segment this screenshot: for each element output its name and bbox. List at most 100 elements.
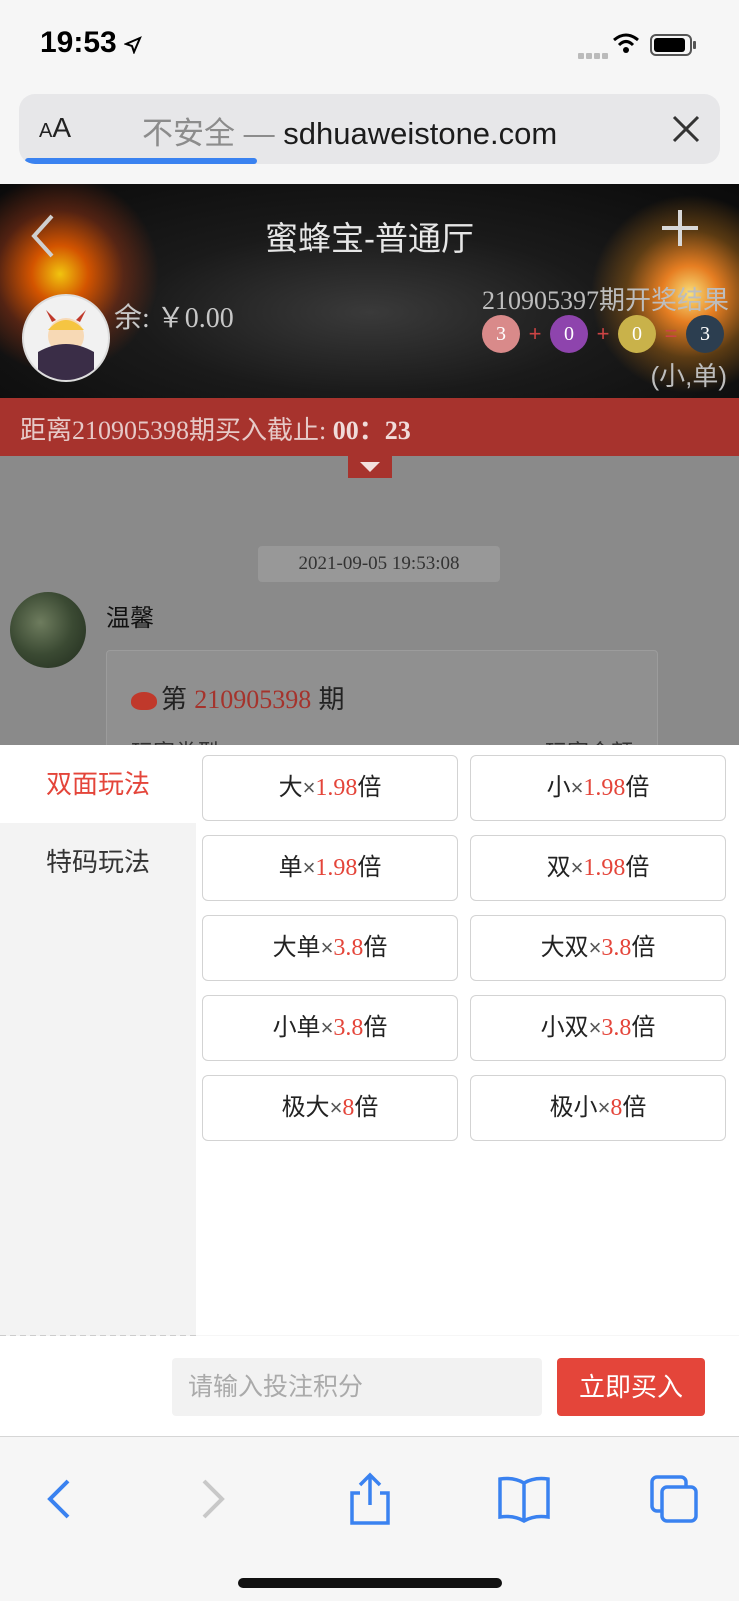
page-load-progress xyxy=(25,158,257,164)
back-nav-icon[interactable] xyxy=(30,1471,90,1527)
countdown-time: 00：23 xyxy=(332,416,411,445)
chat-area: 2021-09-05 19:53:08 温馨 第 210905398 期 玩家类… xyxy=(0,456,739,772)
result-ball: 0 xyxy=(618,315,656,353)
browser-toolbar xyxy=(0,1436,739,1601)
bet-option-multiplier: 8 xyxy=(610,1095,623,1121)
multiplier-unit: 倍 xyxy=(625,774,650,801)
buy-now-button[interactable]: 立即买入 xyxy=(557,1358,705,1416)
balance-text: 余: ￥0.00 xyxy=(114,303,234,334)
plus-icon[interactable] xyxy=(660,208,700,248)
forward-nav-icon[interactable] xyxy=(182,1471,242,1527)
close-icon[interactable] xyxy=(671,114,701,144)
bet-option-name: 极大 xyxy=(281,1094,330,1121)
result-tag: (小,单) xyxy=(650,361,727,391)
countdown-label: 距离210905398期买入截止: xyxy=(20,416,333,445)
bet-option-name: 极小 xyxy=(549,1094,598,1121)
bet-option-multiplier: 3.8 xyxy=(601,935,632,961)
bet-option-button[interactable]: 大双×3.8倍 xyxy=(470,915,726,981)
times-sign: × xyxy=(320,1015,334,1040)
bet-option-multiplier: 3.8 xyxy=(333,1015,364,1041)
result-ball: 3 xyxy=(686,315,724,353)
cellular-signal-icon xyxy=(578,46,614,59)
room-header: 蜜蜂宝-普通厅 余: ￥0.00 210905397期开奖结果 3 + 0 + … xyxy=(0,184,739,398)
tab-two-sided[interactable]: 双面玩法 xyxy=(0,745,196,823)
result-operator: = xyxy=(664,321,678,346)
url-domain: sdhuaweistone.com xyxy=(283,116,558,151)
wifi-icon xyxy=(613,33,639,53)
bet-option-name: 小 xyxy=(546,774,571,801)
collapse-toggle[interactable] xyxy=(348,456,392,478)
bubble-suffix: 期 xyxy=(318,684,345,714)
location-arrow-icon xyxy=(124,36,142,54)
bell-icon xyxy=(131,692,157,711)
multiplier-unit: 倍 xyxy=(625,854,650,881)
countdown-bar: 距离210905398期买入截止: 00：23 xyxy=(0,398,739,456)
bet-option-name: 小单 xyxy=(272,1014,321,1041)
times-sign: × xyxy=(597,1095,611,1120)
bet-option-button[interactable]: 双×1.98倍 xyxy=(470,835,726,901)
play-type-sidebar: 双面玩法 特码玩法 xyxy=(0,745,196,1337)
times-sign: × xyxy=(570,855,584,880)
share-icon[interactable] xyxy=(340,1471,400,1527)
result-ball: 0 xyxy=(550,315,588,353)
battery-icon xyxy=(650,34,696,56)
bet-option-button[interactable]: 小单×3.8倍 xyxy=(202,995,458,1061)
times-sign: × xyxy=(588,935,602,960)
chat-user-avatar xyxy=(10,592,86,668)
bet-option-multiplier: 8 xyxy=(342,1095,355,1121)
multiplier-unit: 倍 xyxy=(357,774,382,801)
multiplier-unit: 倍 xyxy=(354,1094,379,1121)
bet-option-button[interactable]: 大单×3.8倍 xyxy=(202,915,458,981)
multiplier-unit: 倍 xyxy=(622,1094,647,1121)
multiplier-unit: 倍 xyxy=(631,934,656,961)
home-indicator xyxy=(238,1578,502,1588)
times-sign: × xyxy=(570,775,584,800)
bet-option-multiplier: 1.98 xyxy=(583,855,626,881)
times-sign: × xyxy=(320,935,334,960)
bet-option-name: 大单 xyxy=(272,934,321,961)
chat-timestamp: 2021-09-05 19:53:08 xyxy=(258,546,500,582)
bet-option-name: 大双 xyxy=(540,934,589,961)
bet-option-multiplier: 3.8 xyxy=(333,935,364,961)
address-bar[interactable]: AA 不安全 — sdhuaweistone.com xyxy=(19,94,720,164)
bookmarks-icon[interactable] xyxy=(494,1471,554,1527)
result-balls: 3 + 0 + 0 = 3 xyxy=(482,314,724,354)
bet-option-button[interactable]: 单×1.98倍 xyxy=(202,835,458,901)
bet-amount-input[interactable] xyxy=(172,1358,542,1416)
bet-option-button[interactable]: 极小×8倍 xyxy=(470,1075,726,1141)
result-operator: + xyxy=(528,321,542,346)
bet-option-button[interactable]: 大×1.98倍 xyxy=(202,755,458,821)
bet-option-name: 单 xyxy=(278,854,303,881)
bubble-title: 第 210905398 期 xyxy=(131,679,345,716)
result-ball: 3 xyxy=(482,315,520,353)
chat-username: 温馨 xyxy=(106,605,154,632)
reader-options-button[interactable]: AA xyxy=(39,112,71,144)
user-avatar[interactable] xyxy=(22,294,110,382)
insecure-label: 不安全 xyxy=(142,116,235,151)
page-title: 蜜蜂宝-普通厅 xyxy=(265,220,474,257)
times-sign: × xyxy=(588,1015,602,1040)
bet-option-name: 小双 xyxy=(540,1014,589,1041)
bet-option-button[interactable]: 小双×3.8倍 xyxy=(470,995,726,1061)
bet-option-name: 大 xyxy=(278,774,303,801)
bubble-issue: 210905398 xyxy=(194,685,312,714)
tab-special-code[interactable]: 特码玩法 xyxy=(0,823,196,901)
multiplier-unit: 倍 xyxy=(363,934,388,961)
bet-option-multiplier: 3.8 xyxy=(601,1015,632,1041)
multiplier-unit: 倍 xyxy=(357,854,382,881)
bet-option-button[interactable]: 小×1.98倍 xyxy=(470,755,726,821)
result-operator: + xyxy=(596,321,610,346)
bet-option-multiplier: 1.98 xyxy=(315,855,358,881)
bet-option-button[interactable]: 极大×8倍 xyxy=(202,1075,458,1141)
bubble-prefix: 第 xyxy=(161,684,188,714)
bet-option-multiplier: 1.98 xyxy=(583,775,626,801)
last-result-title: 210905397期开奖结果 xyxy=(481,286,729,315)
tabs-icon[interactable] xyxy=(646,1471,706,1527)
url-text[interactable]: 不安全 — sdhuaweistone.com xyxy=(142,108,557,153)
bet-input-row: 立即买入 xyxy=(0,1336,739,1436)
status-time: 19:53 xyxy=(40,26,117,59)
status-bar: 19:53 xyxy=(0,0,739,90)
bet-option-multiplier: 1.98 xyxy=(315,775,358,801)
times-sign: × xyxy=(329,1095,343,1120)
times-sign: × xyxy=(302,775,316,800)
